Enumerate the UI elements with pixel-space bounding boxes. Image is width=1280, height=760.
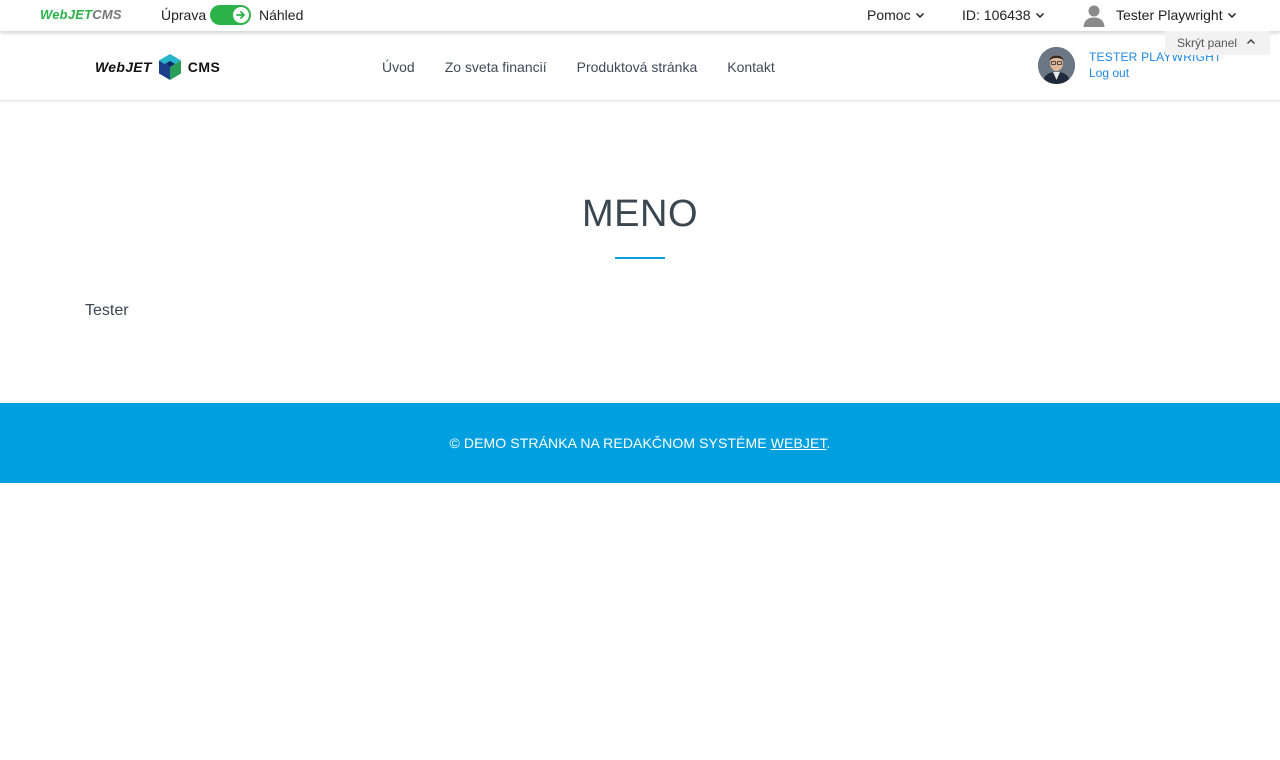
edit-preview-toggle[interactable] xyxy=(210,5,251,25)
site-header: WebJET CMS Úvod Zo sveta financií Produk… xyxy=(0,31,1280,101)
site-footer: © DEMO STRÁNKA NA REDAKČNOM SYSTÉME WEBJ… xyxy=(0,403,1280,483)
chevron-down-icon xyxy=(1035,12,1044,19)
footer-prefix: © DEMO STRÁNKA NA REDAKČNOM SYSTÉME xyxy=(449,435,771,451)
content-text: Tester xyxy=(85,302,129,319)
admin-toolbar: WebJETCMS Úprava Náhled Pomoc ID: 106438… xyxy=(0,0,1280,31)
footer-webjet-link[interactable]: WEBJET xyxy=(771,435,827,451)
main-navigation: Úvod Zo sveta financií Produktová stránk… xyxy=(382,59,775,75)
title-divider xyxy=(615,257,665,259)
site-logo[interactable]: WebJET CMS xyxy=(95,53,220,81)
mode-edit-label: Úprava xyxy=(161,7,207,23)
site-logo-right: CMS xyxy=(187,59,221,75)
page-id-label: ID: 106438 xyxy=(962,7,1031,23)
user-icon[interactable] xyxy=(1082,3,1106,27)
avatar[interactable] xyxy=(1038,47,1075,84)
mode-preview-label: Náhled xyxy=(259,7,304,23)
admin-logo-part2: JET xyxy=(67,7,93,22)
footer-suffix: . xyxy=(826,435,831,451)
nav-item-kontakt[interactable]: Kontakt xyxy=(727,59,774,75)
help-menu[interactable]: Pomoc xyxy=(867,7,925,23)
footer-text: © DEMO STRÁNKA NA REDAKČNOM SYSTÉME WEBJ… xyxy=(449,435,830,451)
webjet-admin-logo[interactable]: WebJETCMS xyxy=(40,7,122,23)
nav-item-uvod[interactable]: Úvod xyxy=(382,59,415,75)
chevron-up-icon xyxy=(1246,38,1256,45)
admin-logo-part3: CMS xyxy=(92,7,122,22)
user-menu[interactable]: Tester Playwright xyxy=(1116,7,1237,23)
hide-panel-button[interactable]: Skrýt panel xyxy=(1165,31,1270,55)
admin-logo-part1: Web xyxy=(40,7,68,22)
page-id-menu[interactable]: ID: 106438 xyxy=(962,7,1045,23)
logout-link[interactable]: Log out xyxy=(1089,66,1129,80)
cube-logo-icon xyxy=(158,54,181,80)
hide-panel-label: Skrýt panel xyxy=(1177,36,1238,50)
nav-item-produkt[interactable]: Produktová stránka xyxy=(577,59,698,75)
arrow-right-icon xyxy=(233,7,249,23)
chevron-down-icon xyxy=(1227,12,1236,19)
nav-item-financie[interactable]: Zo sveta financií xyxy=(445,59,547,75)
chevron-down-icon xyxy=(915,12,924,19)
page-title: MENO xyxy=(582,193,698,235)
user-menu-label: Tester Playwright xyxy=(1116,7,1223,23)
site-logo-left: WebJET xyxy=(95,59,152,75)
help-menu-label: Pomoc xyxy=(867,7,911,23)
